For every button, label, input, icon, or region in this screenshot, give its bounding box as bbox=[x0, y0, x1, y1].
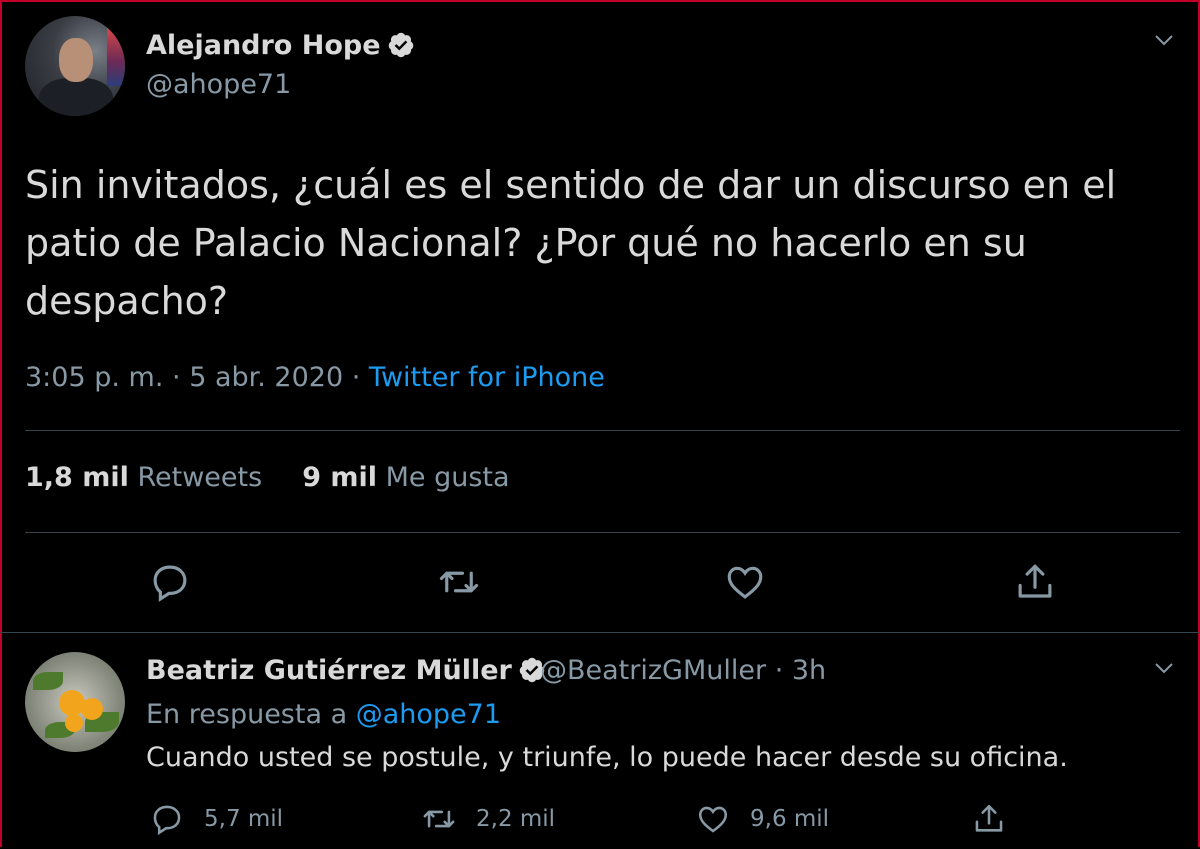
chevron-down-icon[interactable] bbox=[1152, 656, 1176, 680]
reply-author-name-text[interactable]: Beatriz Gutiérrez Müller bbox=[146, 655, 512, 686]
meta-separator: · bbox=[774, 655, 784, 686]
likes-stat[interactable]: 9 mil Me gusta bbox=[302, 462, 509, 493]
heart-icon[interactable] bbox=[724, 561, 766, 603]
avatar-flower bbox=[81, 698, 103, 720]
share-icon[interactable] bbox=[1014, 561, 1056, 603]
reply-author-name[interactable]: Beatriz Gutiérrez Müller bbox=[146, 655, 546, 686]
reply-icon[interactable] bbox=[150, 802, 184, 836]
heart-icon[interactable] bbox=[696, 802, 730, 836]
retweet-icon[interactable] bbox=[438, 561, 480, 603]
meta-separator: · bbox=[351, 362, 361, 393]
reply-text: Cuando usted se postule, y triunfe, lo p… bbox=[146, 742, 1068, 773]
divider bbox=[25, 532, 1180, 533]
meta-separator: · bbox=[172, 362, 181, 393]
retweets-label: Retweets bbox=[137, 462, 263, 493]
tweet-stats: 1,8 mil Retweets 9 mil Me gusta bbox=[25, 462, 510, 493]
reply-reply-action[interactable]: 5,7 mil bbox=[150, 802, 283, 836]
author-name-text[interactable]: Alejandro Hope bbox=[146, 30, 381, 61]
likes-label: Me gusta bbox=[385, 462, 510, 493]
likes-count: 9 mil bbox=[302, 462, 378, 493]
author-handle[interactable]: @ahope71 bbox=[146, 69, 291, 100]
avatar-flag bbox=[107, 26, 125, 86]
in-reply-label: En respuesta a bbox=[146, 699, 348, 730]
tweet-date[interactable]: 5 abr. 2020 bbox=[189, 362, 343, 393]
reply-author-avatar[interactable] bbox=[25, 652, 125, 752]
reply-icon[interactable] bbox=[149, 561, 191, 603]
avatar-flower bbox=[65, 714, 83, 732]
tweet-source[interactable]: Twitter for iPhone bbox=[369, 362, 605, 393]
tweet-text: Sin invitados, ¿cuál es el sentido de da… bbox=[25, 163, 1117, 323]
reply-age[interactable]: 3h bbox=[792, 655, 826, 686]
author-avatar[interactable] bbox=[25, 16, 125, 116]
reply-like-action[interactable]: 9,6 mil bbox=[696, 802, 829, 836]
avatar-leaf bbox=[33, 672, 63, 690]
verified-badge-icon bbox=[387, 31, 415, 59]
author-name[interactable]: Alejandro Hope bbox=[146, 30, 415, 61]
share-icon[interactable] bbox=[972, 802, 1006, 836]
tweet-time[interactable]: 3:05 p. m. bbox=[25, 362, 163, 393]
retweet-icon[interactable] bbox=[422, 802, 456, 836]
retweets-stat[interactable]: 1,8 mil Retweets bbox=[25, 462, 262, 493]
avatar-suit bbox=[39, 78, 113, 116]
reply-retweets-count: 2,2 mil bbox=[476, 806, 556, 832]
avatar-face bbox=[59, 38, 93, 82]
reply-meta: @BeatrizGMuller · 3h bbox=[540, 655, 826, 686]
chevron-down-icon[interactable] bbox=[1152, 28, 1176, 52]
reply-replies-count: 5,7 mil bbox=[204, 806, 284, 832]
tweet-meta: 3:05 p. m. · 5 abr. 2020 · Twitter for i… bbox=[25, 362, 605, 393]
divider bbox=[25, 430, 1180, 431]
in-reply-to: En respuesta a @ahope71 bbox=[146, 699, 501, 730]
reply-likes-count: 9,6 mil bbox=[750, 806, 830, 832]
divider bbox=[0, 632, 1200, 633]
reply-author-handle[interactable]: @BeatrizGMuller bbox=[540, 655, 766, 686]
reply-retweet-action[interactable]: 2,2 mil bbox=[422, 802, 555, 836]
in-reply-mention[interactable]: @ahope71 bbox=[356, 699, 501, 730]
retweets-count: 1,8 mil bbox=[25, 462, 129, 493]
